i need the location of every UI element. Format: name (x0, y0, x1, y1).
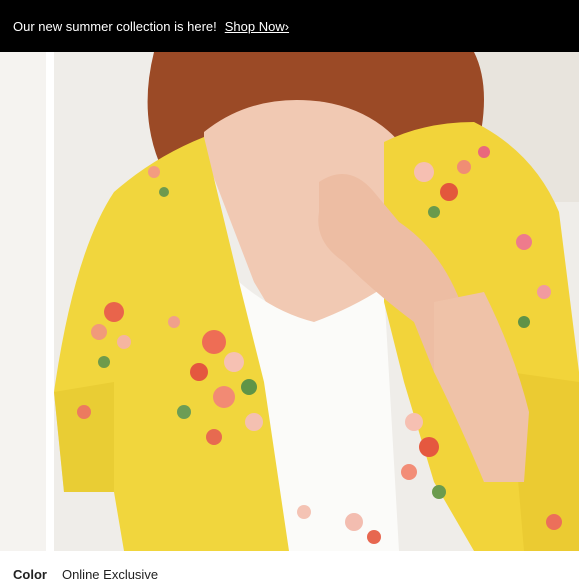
product-photo-illustration (54, 52, 579, 551)
gallery-divider (46, 52, 54, 551)
shop-now-link[interactable]: Shop Now› (225, 19, 289, 34)
product-image[interactable] (54, 52, 579, 551)
promo-message: Our new summer collection is here! (13, 18, 217, 34)
promo-banner: Our new summer collection is here! Shop … (0, 0, 579, 52)
previous-image-thumbnail[interactable] (0, 52, 46, 551)
